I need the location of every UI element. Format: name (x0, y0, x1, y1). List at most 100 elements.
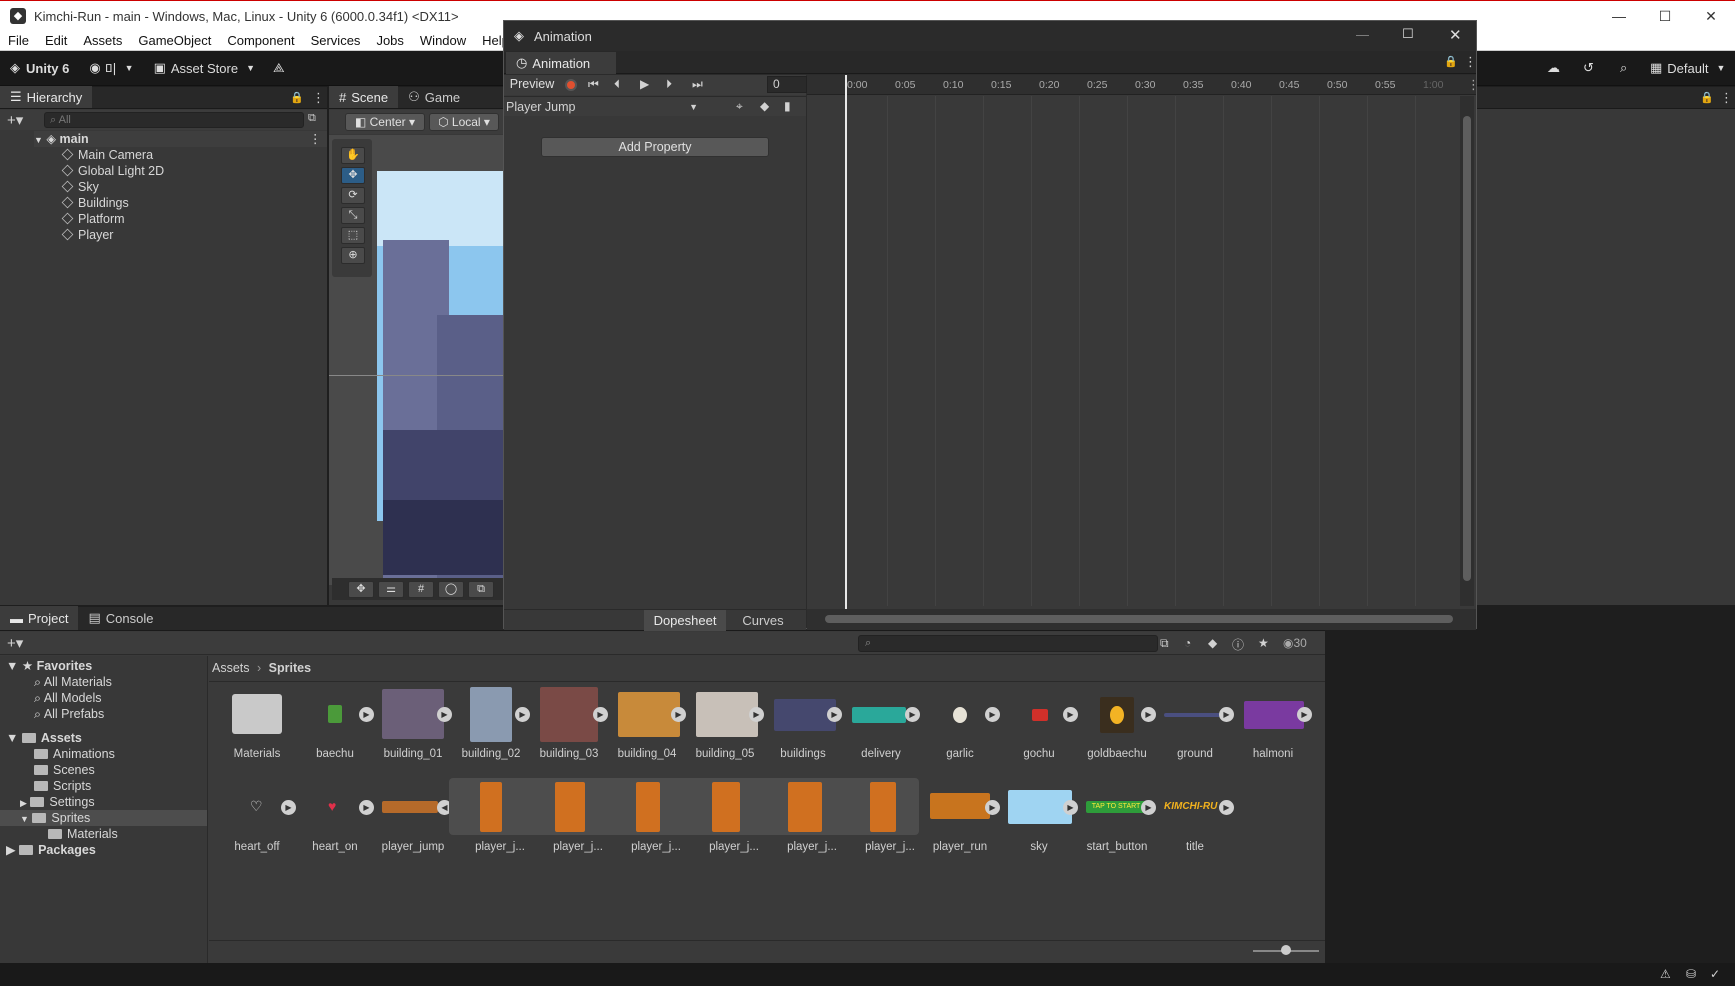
asset-player-jump-3[interactable]: player_j... (694, 841, 774, 853)
asset-title[interactable]: title (1160, 841, 1230, 853)
player-jump-frame-2[interactable] (555, 782, 585, 832)
asset-player-jump-1[interactable]: player_j... (538, 841, 618, 853)
asset-building-02[interactable]: building_02 (456, 748, 526, 760)
favorite-all-models[interactable]: ⌕ All Models (34, 690, 101, 706)
player-jump-frame-6[interactable] (870, 782, 896, 832)
dopesheet-timeline[interactable]: 0:00 0:05 0:10 0:15 0:20 0:25 0:30 0:35 … (807, 75, 1476, 630)
tab-curves[interactable]: Curves (728, 610, 798, 631)
player-jump-thumbnail[interactable] (382, 801, 438, 813)
play-icon[interactable]: ▶ (437, 707, 452, 722)
scale-tool-icon[interactable]: ⤡ (341, 207, 365, 224)
play-icon[interactable]: ▶ (985, 800, 1000, 815)
favorites-header[interactable]: ▼ ★ Favorites (6, 658, 92, 674)
folder-scripts[interactable]: Scripts (34, 778, 91, 794)
minimize-icon[interactable]: — (1596, 1, 1642, 32)
asset-baechu[interactable]: baechu (300, 748, 370, 760)
delivery-thumbnail[interactable] (852, 707, 906, 723)
unity-version-button[interactable]: ◈ Unity 6 (10, 60, 69, 76)
history-icon[interactable]: ↺ (1583, 60, 1594, 76)
add-icon[interactable]: +▾ (7, 111, 23, 129)
asset-garlic[interactable]: garlic (925, 748, 995, 760)
layers-icon[interactable]: ⧉ (468, 581, 494, 598)
building-01-thumbnail[interactable] (382, 689, 444, 739)
folder-thumbnail[interactable] (232, 694, 282, 734)
more-icon[interactable]: ⋮ (309, 131, 322, 147)
close-icon[interactable]: ✕ (1449, 26, 1462, 44)
asset-goldbaechu[interactable]: goldbaechu (1082, 748, 1152, 760)
hierarchy-search-input[interactable]: ⌕ All (44, 112, 304, 128)
timeline-ruler[interactable]: 0:00 0:05 0:10 0:15 0:20 0:25 0:30 0:35 … (807, 75, 1476, 95)
play-icon[interactable]: ▶ (640, 77, 649, 91)
folder-settings[interactable]: ▶ Settings (20, 794, 95, 810)
frame-input[interactable]: 0 (767, 76, 807, 93)
add-keyframe-icon[interactable]: ⌖ (736, 99, 743, 114)
add-icon[interactable]: +▾ (7, 634, 23, 652)
scrollbar-thumb[interactable] (825, 615, 1453, 623)
cache-icon[interactable]: ⛁ (1686, 967, 1696, 981)
asset-player-jump-0[interactable]: player_j... (460, 841, 540, 853)
playhead[interactable] (845, 75, 847, 610)
hierarchy-item-player[interactable]: Player (61, 227, 113, 243)
menu-gameobject[interactable]: GameObject (130, 33, 219, 48)
halmoni-thumbnail[interactable] (1244, 701, 1304, 729)
garlic-thumbnail[interactable] (953, 707, 967, 723)
more-icon[interactable]: ⋮ (1464, 54, 1477, 70)
tab-animation[interactable]: ◷ Animation (506, 52, 616, 74)
asset-player-jump[interactable]: player_jump (378, 841, 448, 853)
next-keyframe-icon[interactable]: ⏵ (666, 77, 672, 92)
menu-jobs[interactable]: Jobs (368, 33, 411, 48)
play-icon[interactable]: ▶ (1297, 707, 1312, 722)
prev-keyframe-icon[interactable]: ⏴ (614, 77, 620, 92)
hierarchy-item-main-camera[interactable]: Main Camera (61, 147, 153, 163)
label-icon[interactable]: ◆ (1208, 636, 1217, 650)
space-dropdown[interactable]: ⬡ Local ▾ (429, 113, 499, 131)
asset-start-button[interactable]: start_button (1082, 841, 1152, 853)
hierarchy-item-global-light[interactable]: Global Light 2D (61, 163, 164, 179)
title-thumbnail[interactable]: KIMCHI-RU (1164, 800, 1222, 814)
play-icon[interactable]: ▶ (1063, 800, 1078, 815)
pivot-dropdown[interactable]: ◧ Center ▾ (345, 113, 425, 131)
breadcrumb-assets[interactable]: Assets (212, 661, 250, 675)
record-icon[interactable] (565, 79, 577, 91)
asset-player-run[interactable]: player_run (925, 841, 995, 853)
more-icon[interactable]: ⋮ (312, 90, 325, 106)
asset-player-jump-2[interactable]: player_j... (616, 841, 696, 853)
menu-services[interactable]: Services (303, 33, 369, 48)
play-icon[interactable]: ▶ (749, 707, 764, 722)
favorite-all-prefabs[interactable]: ⌕ All Prefabs (34, 706, 104, 722)
asset-heart-on[interactable]: heart_on (300, 841, 370, 853)
menu-file[interactable]: File (0, 33, 37, 48)
asset-player-jump-5[interactable]: player_j... (850, 841, 930, 853)
hierarchy-item-sky[interactable]: Sky (61, 179, 99, 195)
hierarchy-item-buildings[interactable]: Buildings (61, 195, 129, 211)
play-icon[interactable]: ▶ (359, 800, 374, 815)
menu-edit[interactable]: Edit (37, 33, 75, 48)
folder-scenes[interactable]: Scenes (34, 762, 95, 778)
clip-dropdown[interactable]: Player Jump ▼ (506, 99, 706, 115)
first-keyframe-icon[interactable]: ⏮ (588, 77, 599, 92)
folder-sprites[interactable]: ▼ Sprites (0, 810, 207, 826)
folder-animations[interactable]: Animations (34, 746, 115, 762)
more-icon[interactable]: ⋮ (1720, 90, 1733, 106)
warning-icon[interactable]: ⓘ (1232, 636, 1244, 653)
play-icon[interactable]: ▶ (985, 707, 1000, 722)
version-control-icon[interactable]: ⟁ (273, 60, 285, 76)
scene-search-icon[interactable]: ⧉ (308, 112, 316, 125)
heart-on-thumbnail[interactable]: ♥ (328, 799, 342, 813)
play-icon[interactable]: ▶ (593, 707, 608, 722)
add-property-button[interactable]: Add Property (541, 137, 769, 157)
rect-tool-icon[interactable]: ⬚ (341, 227, 365, 244)
maximize-icon[interactable]: ☐ (1642, 1, 1688, 32)
asset-store-dropdown[interactable]: ▣ Asset Store ▼ (154, 60, 255, 76)
ground-thumbnail[interactable] (1164, 713, 1224, 717)
account-dropdown[interactable]: ◉ 미 ▼ (89, 59, 133, 78)
move-tool-icon[interactable]: ✥ (341, 167, 365, 184)
asset-player-jump-4[interactable]: player_j... (772, 841, 852, 853)
play-icon[interactable]: ▶ (827, 707, 842, 722)
last-keyframe-icon[interactable]: ⏭ (692, 77, 703, 92)
scrollbar-thumb[interactable] (1463, 116, 1471, 581)
player-jump-frame-1[interactable] (480, 782, 502, 832)
building-02-thumbnail[interactable] (470, 687, 512, 742)
search-icon[interactable]: ⌕ (1620, 60, 1627, 76)
play-icon[interactable]: ▶ (1141, 707, 1156, 722)
